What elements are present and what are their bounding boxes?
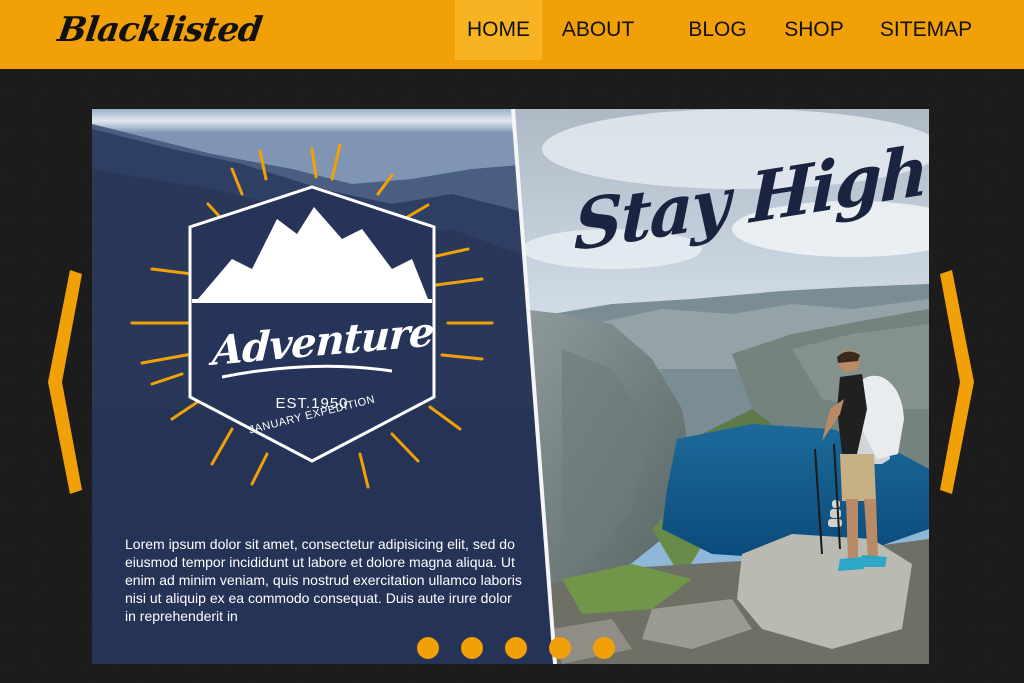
nav-home[interactable]: HOME <box>455 0 542 60</box>
site-header: Blacklisted HOME ABOUT BLOG SHOP SITEMAP <box>0 0 1024 69</box>
slide-dot-2[interactable] <box>461 637 483 659</box>
slide-dot-5[interactable] <box>593 637 615 659</box>
chevron-right-icon[interactable] <box>938 266 978 498</box>
nav-about[interactable]: ABOUT <box>556 0 640 60</box>
slide-dot-3[interactable] <box>505 637 527 659</box>
slide-dot-4[interactable] <box>549 637 571 659</box>
chevron-left-icon[interactable] <box>44 266 84 498</box>
nav-blog[interactable]: BLOG <box>680 0 755 60</box>
slide-dot-1[interactable] <box>417 637 439 659</box>
page: Blacklisted HOME ABOUT BLOG SHOP SITEMAP <box>0 0 1024 683</box>
slide-pagination <box>417 637 615 659</box>
main-nav: HOME ABOUT BLOG SHOP SITEMAP <box>0 0 1024 69</box>
slide-description: Lorem ipsum dolor sit amet, consectetur … <box>125 536 522 624</box>
nav-sitemap[interactable]: SITEMAP <box>870 0 982 60</box>
hero-slider: Adventure EST.1950 JANUARY EXPEDITION Lo… <box>92 109 929 664</box>
nav-shop[interactable]: SHOP <box>776 0 852 60</box>
